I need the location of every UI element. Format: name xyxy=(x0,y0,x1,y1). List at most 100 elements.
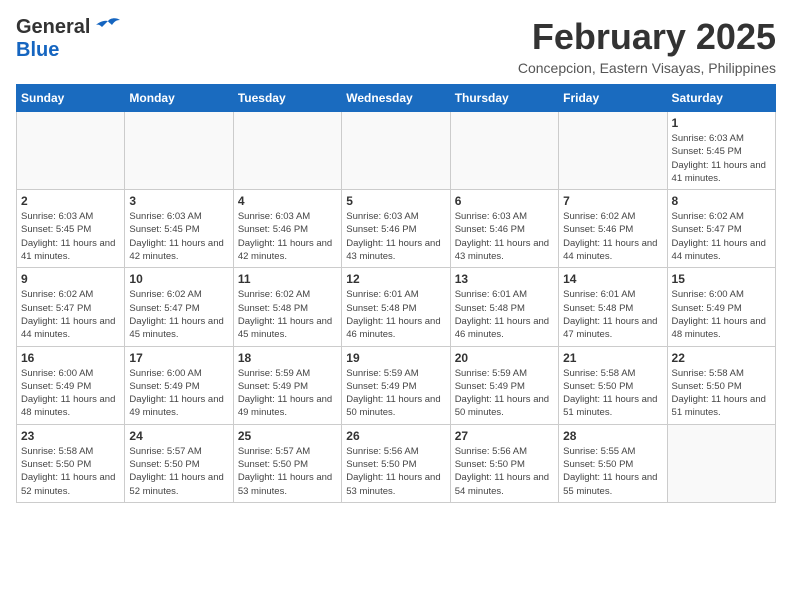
calendar-table: SundayMondayTuesdayWednesdayThursdayFrid… xyxy=(16,84,776,503)
calendar-cell: 8 Sunrise: 6:02 AMSunset: 5:47 PMDaylight… xyxy=(667,190,775,268)
calendar-cell: 10Sunrise: 6:02 AMSunset: 5:47 PMDayligh… xyxy=(125,268,233,346)
day-info: Sunrise: 6:02 AMSunset: 5:48 PMDaylight:… xyxy=(238,288,337,341)
calendar-cell: 9 Sunrise: 6:02 AMSunset: 5:47 PMDaylight… xyxy=(17,268,125,346)
weekday-header-thursday: Thursday xyxy=(450,85,558,112)
day-number: 19 xyxy=(346,351,445,365)
calendar-cell: 19 Sunrise: 5:59 AMSunset: 5:49 PMDayligh… xyxy=(342,346,450,424)
day-number: 20 xyxy=(455,351,554,365)
calendar-header-row: SundayMondayTuesdayWednesdayThursdayFrid… xyxy=(17,85,776,112)
calendar-cell xyxy=(450,112,558,190)
calendar-cell: 21 Sunrise: 5:58 AMSunset: 5:50 PMDayligh… xyxy=(559,346,667,424)
day-number: 8 xyxy=(672,194,771,208)
day-number: 23 xyxy=(21,429,120,443)
day-number: 6 xyxy=(455,194,554,208)
calendar-cell: 28 Sunrise: 5:55 AMSunset: 5:50 PMDayligh… xyxy=(559,424,667,502)
day-info: Sunrise: 5:59 AMSunset: 5:49 PMDaylight:… xyxy=(238,367,337,420)
day-info: Sunrise: 5:59 AMSunset: 5:49 PMDaylight:… xyxy=(346,367,445,420)
day-number: 28 xyxy=(563,429,662,443)
day-info: Sunrise: 5:58 AMSunset: 5:50 PMDaylight:… xyxy=(21,445,120,498)
day-number: 16 xyxy=(21,351,120,365)
calendar-cell: 24Sunrise: 5:57 AMSunset: 5:50 PMDayligh… xyxy=(125,424,233,502)
location: Concepcion, Eastern Visayas, Philippines xyxy=(518,60,776,76)
day-number: 25 xyxy=(238,429,337,443)
day-info: Sunrise: 6:02 AMSunset: 5:47 PMDaylight:… xyxy=(672,210,771,263)
calendar-cell: 14Sunrise: 6:01 AMSunset: 5:48 PMDayligh… xyxy=(559,268,667,346)
day-info: Sunrise: 6:01 AMSunset: 5:48 PMDaylight:… xyxy=(563,288,662,341)
day-number: 7 xyxy=(563,194,662,208)
weekday-header-saturday: Saturday xyxy=(667,85,775,112)
day-number: 9 xyxy=(21,272,120,286)
weekday-header-sunday: Sunday xyxy=(17,85,125,112)
weekday-header-tuesday: Tuesday xyxy=(233,85,341,112)
day-number: 12 xyxy=(346,272,445,286)
calendar-week-1: 2 Sunrise: 6:03 AMSunset: 5:45 PMDaylight… xyxy=(17,190,776,268)
calendar-cell: 17Sunrise: 6:00 AMSunset: 5:49 PMDayligh… xyxy=(125,346,233,424)
calendar-cell: 27Sunrise: 5:56 AMSunset: 5:50 PMDayligh… xyxy=(450,424,558,502)
calendar-cell: 16 Sunrise: 6:00 AMSunset: 5:49 PMDayligh… xyxy=(17,346,125,424)
calendar-cell: 12 Sunrise: 6:01 AMSunset: 5:48 PMDayligh… xyxy=(342,268,450,346)
page-header: General Blue February 2025 Concepcion, E… xyxy=(16,16,776,76)
calendar-week-0: 1 Sunrise: 6:03 AMSunset: 5:45 PMDaylight… xyxy=(17,112,776,190)
day-number: 18 xyxy=(238,351,337,365)
calendar-cell: 26 Sunrise: 5:56 AMSunset: 5:50 PMDayligh… xyxy=(342,424,450,502)
day-info: Sunrise: 6:03 AMSunset: 5:45 PMDaylight:… xyxy=(21,210,120,263)
calendar-cell: 3 Sunrise: 6:03 AMSunset: 5:45 PMDaylight… xyxy=(125,190,233,268)
calendar-cell: 4Sunrise: 6:03 AMSunset: 5:46 PMDaylight… xyxy=(233,190,341,268)
calendar-cell xyxy=(342,112,450,190)
day-info: Sunrise: 5:56 AMSunset: 5:50 PMDaylight:… xyxy=(455,445,554,498)
day-number: 5 xyxy=(346,194,445,208)
day-info: Sunrise: 6:03 AMSunset: 5:46 PMDaylight:… xyxy=(238,210,337,263)
calendar-cell: 11 Sunrise: 6:02 AMSunset: 5:48 PMDayligh… xyxy=(233,268,341,346)
calendar-cell: 7 Sunrise: 6:02 AMSunset: 5:46 PMDaylight… xyxy=(559,190,667,268)
day-info: Sunrise: 6:02 AMSunset: 5:47 PMDaylight:… xyxy=(21,288,120,341)
day-info: Sunrise: 5:58 AMSunset: 5:50 PMDaylight:… xyxy=(563,367,662,420)
calendar-cell: 2 Sunrise: 6:03 AMSunset: 5:45 PMDaylight… xyxy=(17,190,125,268)
day-number: 1 xyxy=(672,116,771,130)
day-info: Sunrise: 6:02 AMSunset: 5:46 PMDaylight:… xyxy=(563,210,662,263)
calendar-cell: 1 Sunrise: 6:03 AMSunset: 5:45 PMDaylight… xyxy=(667,112,775,190)
day-info: Sunrise: 5:56 AMSunset: 5:50 PMDaylight:… xyxy=(346,445,445,498)
calendar-cell: 15Sunrise: 6:00 AMSunset: 5:49 PMDayligh… xyxy=(667,268,775,346)
title-area: February 2025 Concepcion, Eastern Visaya… xyxy=(518,16,776,76)
day-info: Sunrise: 6:01 AMSunset: 5:48 PMDaylight:… xyxy=(455,288,554,341)
logo-general: General xyxy=(16,16,90,39)
day-info: Sunrise: 5:57 AMSunset: 5:50 PMDaylight:… xyxy=(238,445,337,498)
calendar-cell: 5Sunrise: 6:03 AMSunset: 5:46 PMDaylight… xyxy=(342,190,450,268)
logo: General Blue xyxy=(16,16,122,62)
calendar-cell xyxy=(559,112,667,190)
day-info: Sunrise: 6:01 AMSunset: 5:48 PMDaylight:… xyxy=(346,288,445,341)
day-info: Sunrise: 6:03 AMSunset: 5:46 PMDaylight:… xyxy=(455,210,554,263)
day-info: Sunrise: 5:58 AMSunset: 5:50 PMDaylight:… xyxy=(672,367,771,420)
calendar-cell: 20 Sunrise: 5:59 AMSunset: 5:49 PMDayligh… xyxy=(450,346,558,424)
day-number: 24 xyxy=(129,429,228,443)
day-info: Sunrise: 6:00 AMSunset: 5:49 PMDaylight:… xyxy=(129,367,228,420)
logo-bird-icon xyxy=(94,17,122,39)
weekday-header-wednesday: Wednesday xyxy=(342,85,450,112)
calendar-week-2: 9 Sunrise: 6:02 AMSunset: 5:47 PMDaylight… xyxy=(17,268,776,346)
day-number: 22 xyxy=(672,351,771,365)
calendar-cell: 6 Sunrise: 6:03 AMSunset: 5:46 PMDaylight… xyxy=(450,190,558,268)
day-info: Sunrise: 6:03 AMSunset: 5:45 PMDaylight:… xyxy=(672,132,771,185)
calendar-cell: 18 Sunrise: 5:59 AMSunset: 5:49 PMDayligh… xyxy=(233,346,341,424)
day-number: 2 xyxy=(21,194,120,208)
day-info: Sunrise: 6:02 AMSunset: 5:47 PMDaylight:… xyxy=(129,288,228,341)
weekday-header-monday: Monday xyxy=(125,85,233,112)
month-title: February 2025 xyxy=(518,16,776,58)
calendar-cell xyxy=(17,112,125,190)
calendar-cell xyxy=(233,112,341,190)
day-info: Sunrise: 6:00 AMSunset: 5:49 PMDaylight:… xyxy=(21,367,120,420)
calendar-week-4: 23 Sunrise: 5:58 AMSunset: 5:50 PMDayligh… xyxy=(17,424,776,502)
day-info: Sunrise: 6:03 AMSunset: 5:45 PMDaylight:… xyxy=(129,210,228,263)
day-number: 21 xyxy=(563,351,662,365)
day-number: 26 xyxy=(346,429,445,443)
day-number: 3 xyxy=(129,194,228,208)
calendar-cell xyxy=(125,112,233,190)
day-info: Sunrise: 5:59 AMSunset: 5:49 PMDaylight:… xyxy=(455,367,554,420)
calendar-cell xyxy=(667,424,775,502)
day-number: 13 xyxy=(455,272,554,286)
calendar-cell: 25 Sunrise: 5:57 AMSunset: 5:50 PMDayligh… xyxy=(233,424,341,502)
day-info: Sunrise: 5:55 AMSunset: 5:50 PMDaylight:… xyxy=(563,445,662,498)
calendar-cell: 23 Sunrise: 5:58 AMSunset: 5:50 PMDayligh… xyxy=(17,424,125,502)
calendar-cell: 22 Sunrise: 5:58 AMSunset: 5:50 PMDayligh… xyxy=(667,346,775,424)
day-number: 11 xyxy=(238,272,337,286)
